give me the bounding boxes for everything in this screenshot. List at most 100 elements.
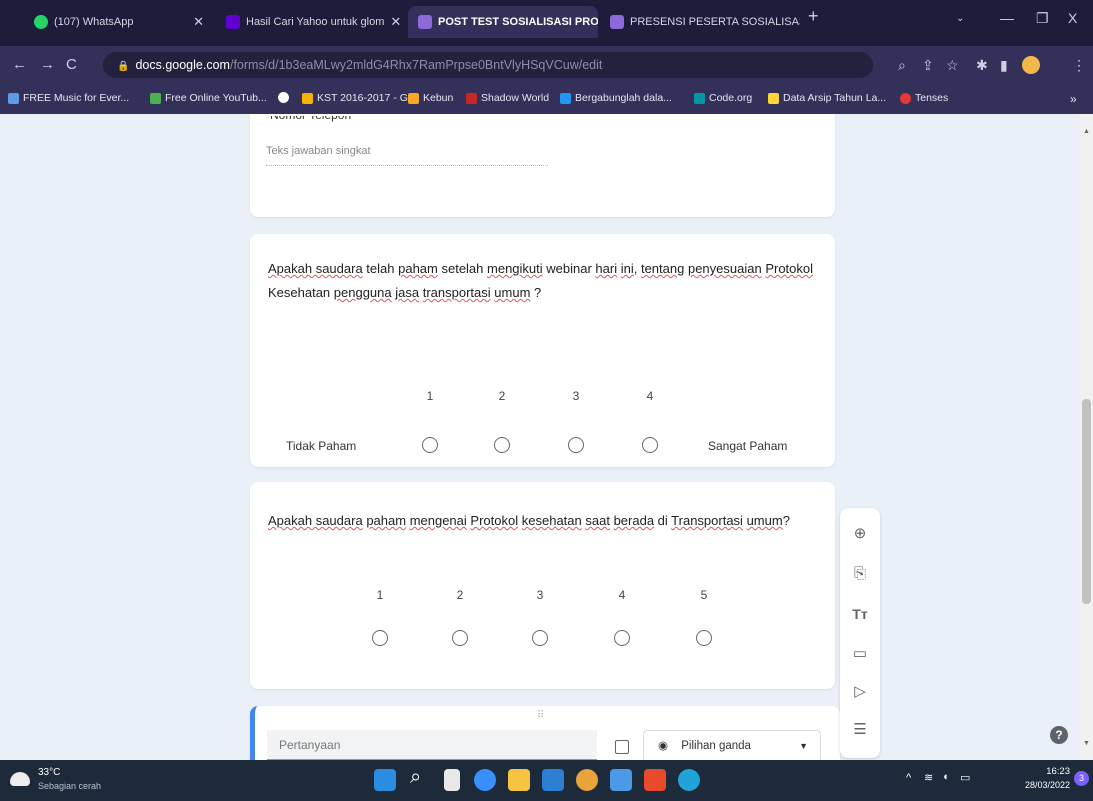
- radio-option-1[interactable]: [372, 630, 388, 646]
- extensions-icon[interactable]: ✱: [976, 57, 988, 74]
- drag-handle-icon[interactable]: ⠿: [537, 710, 544, 721]
- reload-icon[interactable]: C: [66, 56, 77, 73]
- word: mengikuti: [487, 261, 543, 276]
- bookmark-item[interactable]: [278, 92, 293, 103]
- high-label: Sangat Paham: [708, 439, 788, 453]
- clock-time[interactable]: 16:23: [1040, 766, 1070, 777]
- task-view-icon[interactable]: [444, 769, 460, 791]
- sidebar-icon[interactable]: ▮: [1000, 57, 1008, 74]
- scale-label-3: 3: [572, 389, 580, 403]
- chat-icon[interactable]: [474, 769, 496, 791]
- form-editor-page: Nomor Telepon Teks jawaban singkat Apaka…: [0, 114, 1080, 760]
- add-title-icon[interactable]: Tт: [850, 604, 870, 624]
- bookmark-item[interactable]: KST 2016-2017 - G...: [302, 92, 417, 104]
- search-icon[interactable]: ⌕: [410, 766, 421, 789]
- tab-yahoo[interactable]: Hasil Cari Yahoo untuk glom ✕: [216, 6, 406, 38]
- profile-avatar[interactable]: [1022, 56, 1040, 74]
- word: transportasi: [422, 285, 491, 300]
- help-icon[interactable]: ?: [1050, 726, 1068, 744]
- menu-icon[interactable]: ⋮: [1072, 57, 1086, 74]
- store-icon[interactable]: [610, 769, 632, 791]
- bookmark-icon: [900, 92, 911, 104]
- back-icon[interactable]: ←: [12, 56, 27, 73]
- tab-label: PRESENSI PESERTA SOSIALISASI: [630, 16, 800, 28]
- wifi-icon[interactable]: ≋: [924, 771, 933, 784]
- lock-icon: 🔒: [117, 61, 130, 72]
- bookmark-item[interactable]: Free Online YouTub...: [150, 92, 267, 104]
- import-questions-icon[interactable]: ⎘: [850, 564, 870, 584]
- word: telah: [362, 261, 399, 276]
- chrome-icon[interactable]: [576, 769, 598, 791]
- weather-text[interactable]: Sebagian cerah: [38, 781, 101, 791]
- radio-option-5[interactable]: [696, 630, 712, 646]
- battery-icon[interactable]: ▭: [960, 771, 970, 784]
- close-tab-icon[interactable]: ✕: [384, 14, 401, 30]
- add-image-icon[interactable]: [615, 740, 629, 754]
- question-card-phone[interactable]: Nomor Telepon Teks jawaban singkat: [250, 114, 835, 217]
- bookmark-item[interactable]: Shadow World: [466, 92, 549, 104]
- tab-whatsapp[interactable]: (107) WhatsApp ✕: [24, 6, 214, 38]
- bookmark-item[interactable]: Bergabunglah dala...: [560, 92, 672, 104]
- clock-date[interactable]: 28/03/2022: [1010, 780, 1070, 790]
- minimize-button[interactable]: —: [1000, 10, 1014, 26]
- radio-option-2[interactable]: [494, 437, 510, 453]
- bookmark-item[interactable]: Code.org: [694, 92, 752, 104]
- tab-presensi[interactable]: PRESENSI PESERTA SOSIALISASI ✕: [600, 6, 800, 38]
- tab-post-test[interactable]: POST TEST SOSIALISASI PROTO ✕: [408, 6, 598, 38]
- question-type-dropdown[interactable]: ◉ Pilihan ganda ▼: [643, 730, 821, 760]
- scale-label-4: 4: [646, 389, 654, 403]
- tray-chevron-icon[interactable]: ^: [906, 772, 911, 784]
- tab-search-icon[interactable]: ⌄: [956, 13, 964, 24]
- scale-label-4: 4: [618, 588, 626, 602]
- bookmark-item[interactable]: FREE Music for Ever...: [8, 92, 129, 104]
- volume-icon[interactable]: ◖: [942, 771, 949, 783]
- question-title: Nomor Telepon: [270, 114, 352, 122]
- share-icon[interactable]: ⇪: [922, 57, 934, 74]
- bookmark-item[interactable]: Data Arsip Tahun La...: [768, 92, 886, 104]
- bookmark-label: Bergabunglah dala...: [575, 92, 672, 104]
- add-section-icon[interactable]: ☰: [850, 720, 870, 740]
- add-video-icon[interactable]: ▷: [850, 682, 870, 702]
- question-title-input[interactable]: Pertanyaan: [267, 730, 597, 760]
- question-card-1[interactable]: Apakah saudara telah paham setelah mengi…: [250, 234, 835, 467]
- word: Protokol: [470, 513, 519, 528]
- word: ?: [782, 513, 790, 528]
- bookmark-label: Kebun: [423, 92, 454, 104]
- radio-option-2[interactable]: [452, 630, 468, 646]
- forward-icon[interactable]: →: [40, 56, 55, 73]
- bookmark-item[interactable]: Kebun: [408, 92, 453, 104]
- windows-start-icon[interactable]: [374, 769, 396, 791]
- scroll-down-arrow[interactable]: ▼: [1083, 740, 1090, 747]
- url-bar[interactable]: 🔒 docs.google.com/forms/d/1b3eaMLwy2mldG4…: [103, 52, 873, 78]
- bookmark-item[interactable]: Tenses: [900, 92, 948, 104]
- add-question-icon[interactable]: ⊕: [850, 524, 870, 544]
- scroll-up-arrow[interactable]: ▲: [1083, 128, 1090, 135]
- question-card-2[interactable]: Apakah saudara paham mengenai Protokol k…: [250, 482, 835, 689]
- dropdown-arrow-icon: ▼: [799, 741, 808, 751]
- close-tab-icon[interactable]: ✕: [187, 14, 204, 30]
- more-bookmarks-icon[interactable]: »: [1070, 92, 1077, 106]
- file-explorer-icon[interactable]: [508, 769, 530, 791]
- page-scrollbar[interactable]: ▲ ▼: [1080, 114, 1093, 760]
- radio-option-4[interactable]: [642, 437, 658, 453]
- word: Kesehatan: [268, 285, 334, 300]
- scrollbar-thumb[interactable]: [1082, 399, 1091, 604]
- google-forms-icon: [418, 15, 432, 29]
- close-window-button[interactable]: X: [1068, 10, 1077, 26]
- bookmark-star-icon[interactable]: ☆: [946, 57, 959, 74]
- edge-icon[interactable]: [678, 769, 700, 791]
- office-icon[interactable]: [644, 769, 666, 791]
- mail-icon[interactable]: [542, 769, 564, 791]
- question-card-active[interactable]: ⠿ Pertanyaan ◉ Pilihan ganda ▼: [250, 706, 840, 760]
- word: penyesuaian: [687, 261, 762, 276]
- radio-option-3[interactable]: [568, 437, 584, 453]
- radio-option-4[interactable]: [614, 630, 630, 646]
- radio-option-1[interactable]: [422, 437, 438, 453]
- zoom-icon[interactable]: ⌕: [898, 57, 906, 74]
- notification-badge[interactable]: 3: [1074, 771, 1089, 786]
- temperature[interactable]: 33°C: [38, 767, 60, 778]
- radio-option-3[interactable]: [532, 630, 548, 646]
- new-tab-button[interactable]: +: [808, 6, 819, 27]
- add-image-icon[interactable]: ▭: [850, 644, 870, 664]
- maximize-button[interactable]: ❐: [1036, 10, 1049, 27]
